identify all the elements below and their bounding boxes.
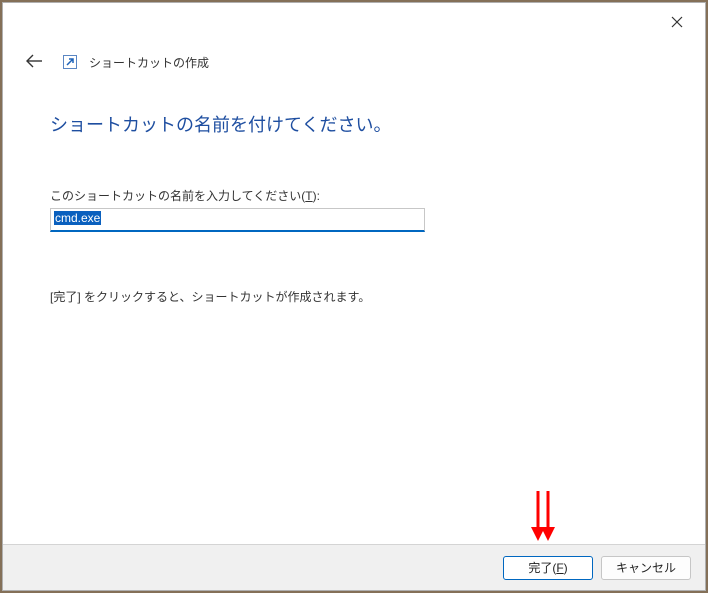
close-button[interactable] — [657, 7, 697, 37]
finish-label-accelerator: F — [556, 561, 563, 575]
wizard-window: ショートカットの作成 ショートカットの名前を付けてください。 このショートカット… — [2, 2, 706, 591]
close-icon — [671, 16, 683, 28]
instruction-text: [完了] をクリックすると、ショートカットが作成されます。 — [50, 288, 658, 305]
shortcut-name-input[interactable]: cmd.exe — [50, 208, 425, 232]
back-arrow-icon — [25, 54, 43, 68]
finish-label-post: ) — [564, 561, 568, 575]
name-label-pre: このショートカットの名前を入力してください( — [50, 189, 305, 203]
wizard-header: ショートカットの作成 — [21, 53, 209, 71]
page-heading: ショートカットの名前を付けてください。 — [50, 111, 658, 137]
wizard-title: ショートカットの作成 — [89, 54, 209, 71]
name-label-post: ): — [313, 189, 320, 203]
annotation-arrow-icon — [528, 489, 558, 546]
shortcut-name-value: cmd.exe — [54, 211, 101, 225]
name-label-accelerator: T — [305, 189, 312, 203]
name-field-label: このショートカットの名前を入力してください(T): — [50, 187, 658, 204]
wizard-footer: 完了(F) キャンセル — [3, 544, 705, 590]
finish-button[interactable]: 完了(F) — [503, 556, 593, 580]
wizard-content: ショートカットの名前を付けてください。 このショートカットの名前を入力してくださ… — [50, 111, 658, 305]
shortcut-icon — [63, 55, 77, 69]
cancel-button[interactable]: キャンセル — [601, 556, 691, 580]
back-button[interactable] — [21, 53, 47, 71]
finish-label-pre: 完了( — [528, 559, 556, 576]
